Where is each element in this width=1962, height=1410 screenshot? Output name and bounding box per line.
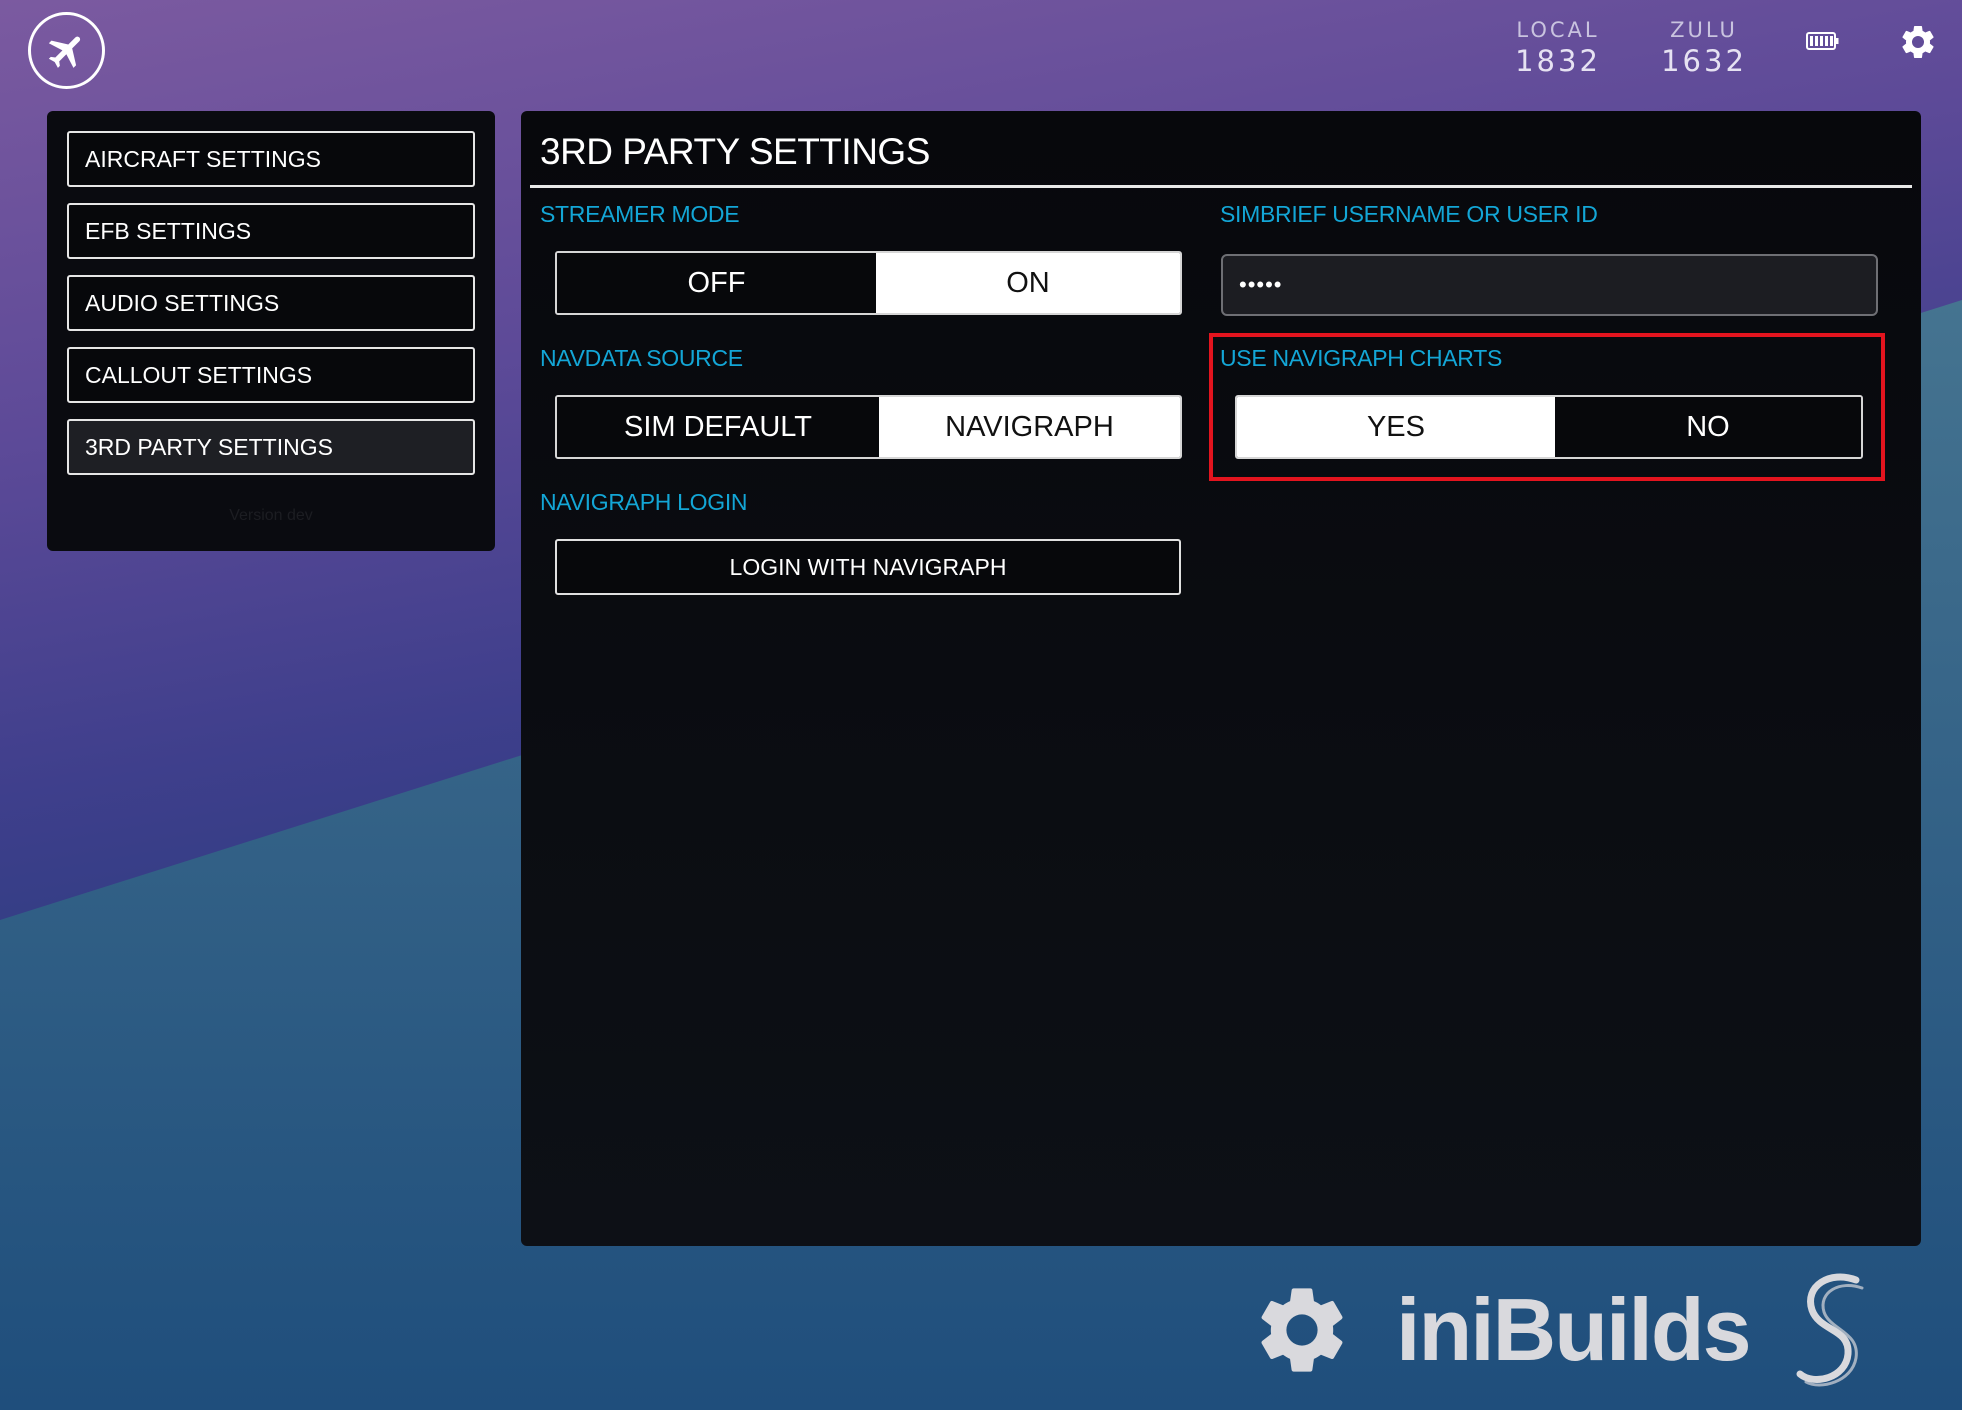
- settings-button[interactable]: [1898, 22, 1938, 67]
- inibuilds-brand: iniBuilds: [1250, 1270, 1870, 1390]
- login-with-navigraph-button[interactable]: LOGIN WITH NAVIGRAPH: [555, 539, 1181, 595]
- highlight-box: [1209, 333, 1885, 481]
- sidebar-item-aircraft-settings[interactable]: AIRCRAFT SETTINGS: [67, 131, 475, 187]
- streamer-mode-on-option[interactable]: ON: [875, 253, 1180, 313]
- zulu-time: 1632: [1661, 44, 1747, 78]
- third-party-settings-panel: 3RD PARTY SETTINGS STREAMER MODE OFF ON …: [521, 111, 1921, 1246]
- battery-icon: [1806, 31, 1840, 56]
- sidebar-item-callout-settings[interactable]: CALLOUT SETTINGS: [67, 347, 475, 403]
- sidebar-item-3rd-party-settings[interactable]: 3RD PARTY SETTINGS: [67, 419, 475, 475]
- navdata-navigraph-option[interactable]: NAVIGRAPH: [878, 397, 1180, 457]
- sidebar-item-audio-settings[interactable]: AUDIO SETTINGS: [67, 275, 475, 331]
- page-title: 3RD PARTY SETTINGS: [540, 131, 930, 172]
- gear-icon: [1261, 1288, 1343, 1372]
- simbrief-username-input[interactable]: •••••: [1221, 254, 1878, 316]
- gear-icon: [1902, 25, 1934, 58]
- zulu-label: ZULU: [1670, 18, 1738, 42]
- title-divider: [530, 185, 1912, 188]
- navdata-sim-default-option[interactable]: SIM DEFAULT: [557, 397, 879, 457]
- airplane-icon: [48, 36, 80, 68]
- home-button[interactable]: [28, 12, 105, 89]
- sidebar-item-efb-settings[interactable]: EFB SETTINGS: [67, 203, 475, 259]
- zulu-clock: ZULU 1632: [1654, 18, 1754, 78]
- s-logo-icon: [1796, 1273, 1864, 1387]
- streamer-mode-toggle: OFF ON: [555, 251, 1182, 315]
- local-time: 1832: [1515, 44, 1601, 78]
- navdata-source-label: NAVDATA SOURCE: [540, 345, 743, 371]
- local-label: LOCAL: [1516, 18, 1600, 42]
- local-clock: LOCAL 1832: [1508, 18, 1608, 78]
- navigraph-login-label: NAVIGRAPH LOGIN: [540, 489, 748, 515]
- settings-sidebar: AIRCRAFT SETTINGS EFB SETTINGS AUDIO SET…: [47, 111, 495, 551]
- streamer-mode-off-option[interactable]: OFF: [557, 253, 876, 313]
- navdata-source-toggle: SIM DEFAULT NAVIGRAPH: [555, 395, 1182, 459]
- version-label: Version dev: [229, 507, 313, 524]
- streamer-mode-label: STREAMER MODE: [540, 201, 740, 227]
- simbrief-label: SIMBRIEF USERNAME OR USER ID: [1220, 201, 1598, 227]
- brand-name: iniBuilds: [1396, 1280, 1752, 1379]
